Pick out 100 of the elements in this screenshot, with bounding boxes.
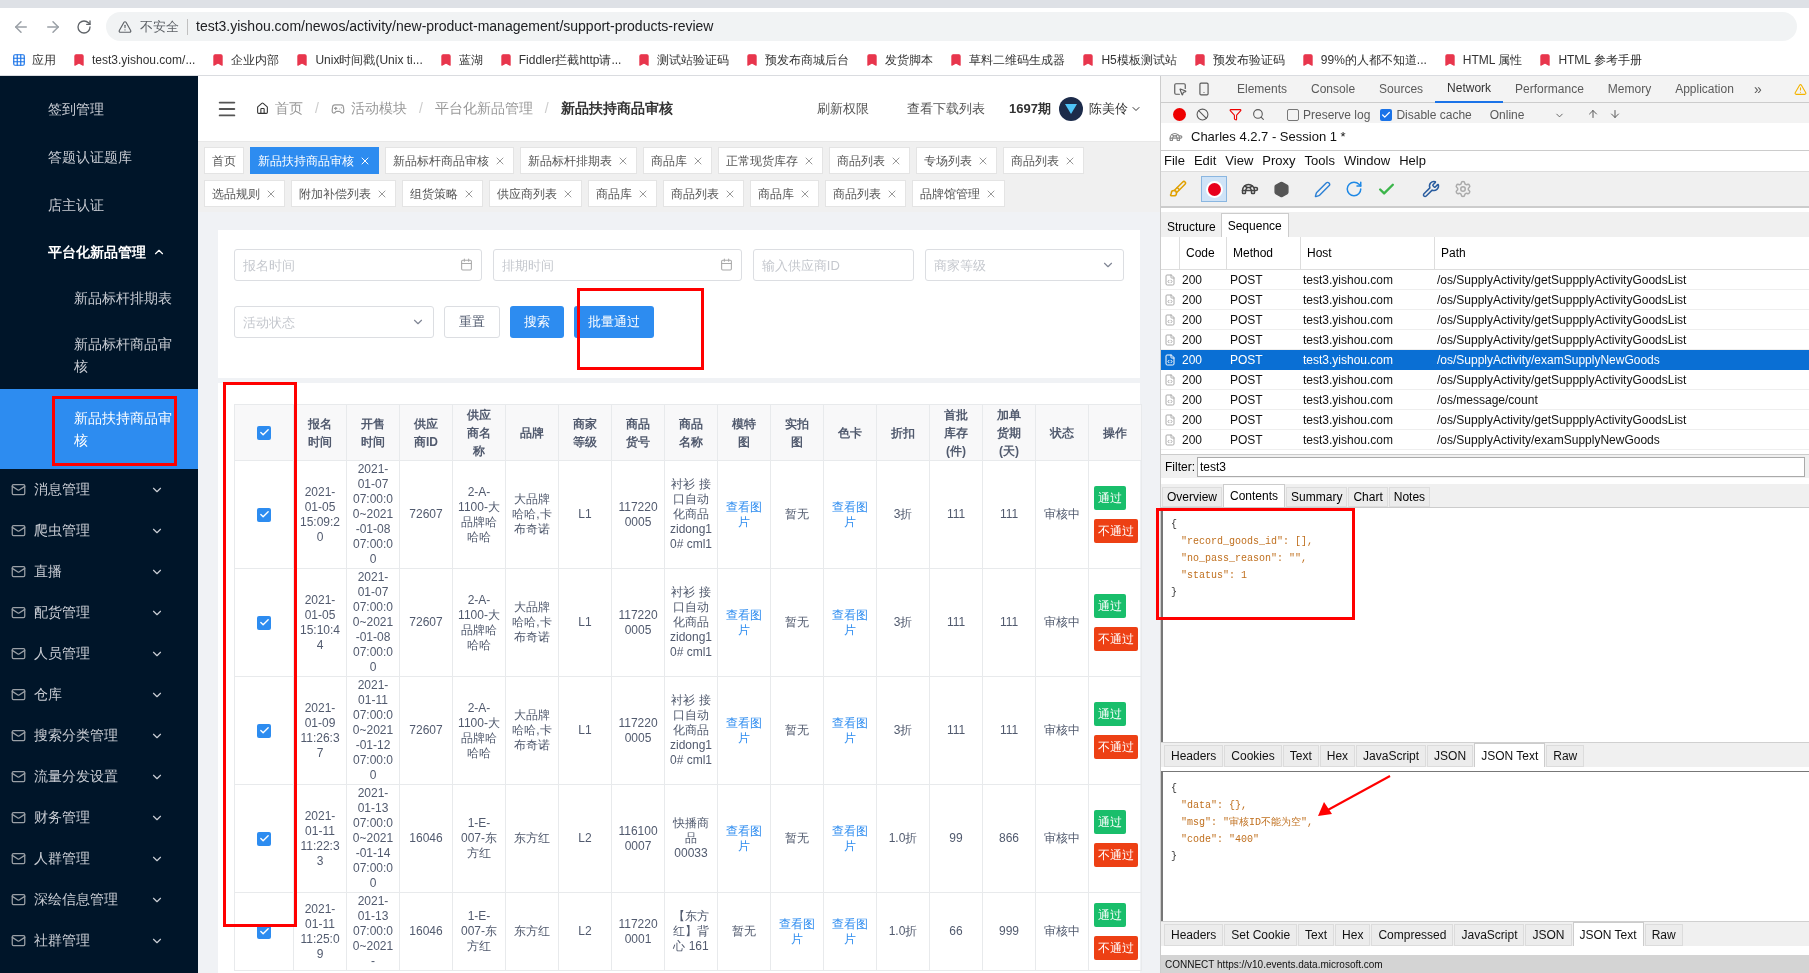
panel-tab[interactable]: Cookies bbox=[1224, 745, 1282, 767]
menu-item[interactable]: 消息管理 bbox=[0, 469, 198, 510]
request-row[interactable]: 200 POST test3.yishou.com /os/SupplyActivity/getSuppplyActivityGoodsList bbox=[1161, 270, 1809, 290]
page-tab[interactable]: 新品标杆排期表 bbox=[520, 147, 637, 174]
request-row[interactable]: 200 POST test3.yishou.com /os/message/count bbox=[1161, 390, 1809, 410]
bookmark[interactable]: HTML 属性 bbox=[1442, 51, 1523, 69]
menu-item[interactable]: 爬虫管理 bbox=[0, 510, 198, 551]
reject-button[interactable]: 不通过 bbox=[1094, 735, 1138, 759]
bookmark[interactable]: test3.yishou.com/... bbox=[72, 51, 196, 69]
panel-tab[interactable]: Raw bbox=[1644, 924, 1683, 946]
panel-tab[interactable]: JSON Text bbox=[1572, 922, 1644, 946]
panel-tab[interactable]: Text bbox=[1298, 924, 1335, 946]
pen-icon[interactable] bbox=[1314, 180, 1331, 198]
download-icon[interactable] bbox=[1609, 108, 1622, 120]
user-menu[interactable]: 陈美伶 bbox=[1089, 98, 1142, 119]
menu-item[interactable]: Tools bbox=[1304, 151, 1335, 171]
menu-item[interactable]: View bbox=[1225, 151, 1254, 171]
panel-tab[interactable]: Text bbox=[1282, 745, 1319, 767]
reject-button[interactable]: 不通过 bbox=[1094, 843, 1138, 867]
page-tab[interactable]: 新品标杆商品审核 bbox=[385, 147, 514, 174]
checkbox[interactable] bbox=[1380, 109, 1393, 121]
search-icon[interactable] bbox=[1252, 108, 1265, 121]
header-link[interactable]: 查看下载列表 bbox=[907, 98, 986, 119]
stop-icon[interactable] bbox=[1273, 180, 1290, 198]
page-tab[interactable]: 选品规则 bbox=[204, 180, 285, 207]
submenu-item[interactable]: 新品标杆商品审核 bbox=[0, 321, 198, 389]
reject-button[interactable]: 不通过 bbox=[1094, 627, 1138, 651]
page-tab[interactable]: 供应商列表 bbox=[489, 180, 582, 207]
menu-item[interactable]: 社群管理 bbox=[0, 920, 198, 961]
menu-group[interactable]: 平台化新品管理 bbox=[0, 229, 198, 275]
panel-tab[interactable]: Raw bbox=[1546, 745, 1585, 767]
clear-icon[interactable] bbox=[1196, 108, 1209, 121]
devtools-tab[interactable]: Performance bbox=[1503, 76, 1596, 103]
page-tab[interactable]: 专场列表 bbox=[916, 147, 997, 174]
panel-tab[interactable]: JSON bbox=[1525, 924, 1572, 946]
refresh-icon[interactable] bbox=[1345, 180, 1363, 198]
bookmark[interactable]: 应用 bbox=[12, 51, 56, 69]
page-tab[interactable]: 商品库 bbox=[588, 180, 657, 207]
detail-tab[interactable]: Chart bbox=[1348, 487, 1388, 507]
bookmark[interactable]: H5模板测试站 bbox=[1081, 51, 1177, 69]
menu-item[interactable]: 人群管理 bbox=[0, 838, 198, 879]
panel-tab[interactable]: JavaScript bbox=[1356, 745, 1427, 767]
page-tab[interactable]: 组货策略 bbox=[402, 180, 483, 207]
bookmark[interactable]: 99%的人都不知道... bbox=[1300, 51, 1427, 69]
column-header[interactable]: Code bbox=[1179, 237, 1226, 269]
page-tab[interactable]: 商品库 bbox=[750, 180, 819, 207]
panel-tab[interactable]: Hex bbox=[1319, 745, 1356, 767]
page-tab[interactable]: 商品库 bbox=[643, 147, 712, 174]
menu-item[interactable]: 店主认证 bbox=[0, 181, 198, 229]
checkbox[interactable] bbox=[257, 615, 271, 630]
request-row[interactable]: 200 POST test3.yishou.com /os/SupplyActivity/examSupplyNewGoods bbox=[1161, 430, 1809, 450]
menu-item[interactable]: 仓库 bbox=[0, 674, 198, 715]
menu-item[interactable]: Proxy bbox=[1262, 151, 1296, 171]
view-tab[interactable]: Sequence bbox=[1220, 213, 1289, 237]
checkbox[interactable] bbox=[257, 425, 271, 440]
device-icon[interactable] bbox=[1197, 82, 1211, 96]
record-button[interactable] bbox=[1201, 176, 1227, 202]
devtools-tab[interactable]: Console bbox=[1299, 76, 1368, 103]
devtools-tab[interactable]: Application bbox=[1663, 76, 1746, 103]
header-link[interactable]: 刷新权限 bbox=[817, 98, 870, 119]
page-tab[interactable]: 商品列表 bbox=[829, 147, 910, 174]
column-header[interactable]: Path bbox=[1434, 237, 1809, 269]
filter-field[interactable]: test3 bbox=[1197, 456, 1805, 477]
view-tab[interactable]: Structure bbox=[1163, 216, 1220, 237]
bookmark[interactable]: 预发布验证码 bbox=[1192, 51, 1285, 69]
panel-tab[interactable]: Hex bbox=[1335, 924, 1371, 946]
broom-icon[interactable] bbox=[1169, 180, 1187, 198]
panel-tab[interactable]: JavaScript bbox=[1454, 924, 1525, 946]
detail-tab[interactable]: Contents bbox=[1223, 484, 1286, 507]
menu-item[interactable]: 财务管理 bbox=[0, 797, 198, 838]
warning-icon[interactable] bbox=[1794, 82, 1807, 96]
bookmark[interactable]: 草料二维码生成器 bbox=[949, 51, 1066, 69]
page-tab[interactable]: 正常现货库存 bbox=[718, 147, 823, 174]
panel-tab[interactable]: JSON bbox=[1427, 745, 1474, 767]
menu-item[interactable]: 配货管理 bbox=[0, 592, 198, 633]
request-row[interactable]: 200 POST test3.yishou.com /os/SupplyActivity/examSupplyNewGoods bbox=[1161, 350, 1809, 370]
panel-tab[interactable]: Headers bbox=[1164, 924, 1224, 946]
bookmark[interactable]: 蓝湖 bbox=[438, 51, 483, 69]
reject-button[interactable]: 不通过 bbox=[1094, 519, 1138, 543]
bookmark[interactable]: Unix时间戳(Unix ti... bbox=[295, 51, 423, 69]
bookmark[interactable]: Fiddler拦截http请... bbox=[498, 51, 622, 69]
bookmark[interactable]: HTML 参考手册 bbox=[1538, 51, 1642, 69]
column-header[interactable]: Method bbox=[1226, 237, 1300, 269]
detail-tab[interactable]: Summary bbox=[1286, 487, 1348, 507]
request-row[interactable]: 200 POST test3.yishou.com /os/SupplyActivity/getSuppplyActivityGoodsList bbox=[1161, 410, 1809, 430]
devtools-tab[interactable]: Memory bbox=[1595, 76, 1664, 103]
page-tab[interactable]: 商品列表 bbox=[663, 180, 744, 207]
bookmark[interactable]: 预发布商城后台 bbox=[745, 51, 850, 69]
devtools-tab[interactable]: Sources bbox=[1367, 76, 1436, 103]
request-row[interactable]: 200 POST test3.yishou.com /os/SupplyActivity/getSuppplyActivityGoodsList bbox=[1161, 310, 1809, 330]
reload-icon[interactable] bbox=[76, 18, 92, 35]
record-icon[interactable] bbox=[1173, 108, 1186, 121]
page-tab[interactable]: 品牌馆管理 bbox=[912, 180, 1005, 207]
reject-button[interactable]: 不通过 bbox=[1094, 936, 1138, 960]
checkbox[interactable] bbox=[1287, 109, 1299, 121]
panel-tab[interactable]: JSON Text bbox=[1474, 743, 1546, 767]
request-row[interactable]: 200 POST test3.yishou.com /os/SupplyActivity/getSuppplyActivityGoodsList bbox=[1161, 290, 1809, 310]
page-tab[interactable]: 首页 bbox=[204, 147, 244, 174]
checkbox[interactable] bbox=[257, 723, 271, 738]
inspect-icon[interactable] bbox=[1173, 82, 1187, 96]
